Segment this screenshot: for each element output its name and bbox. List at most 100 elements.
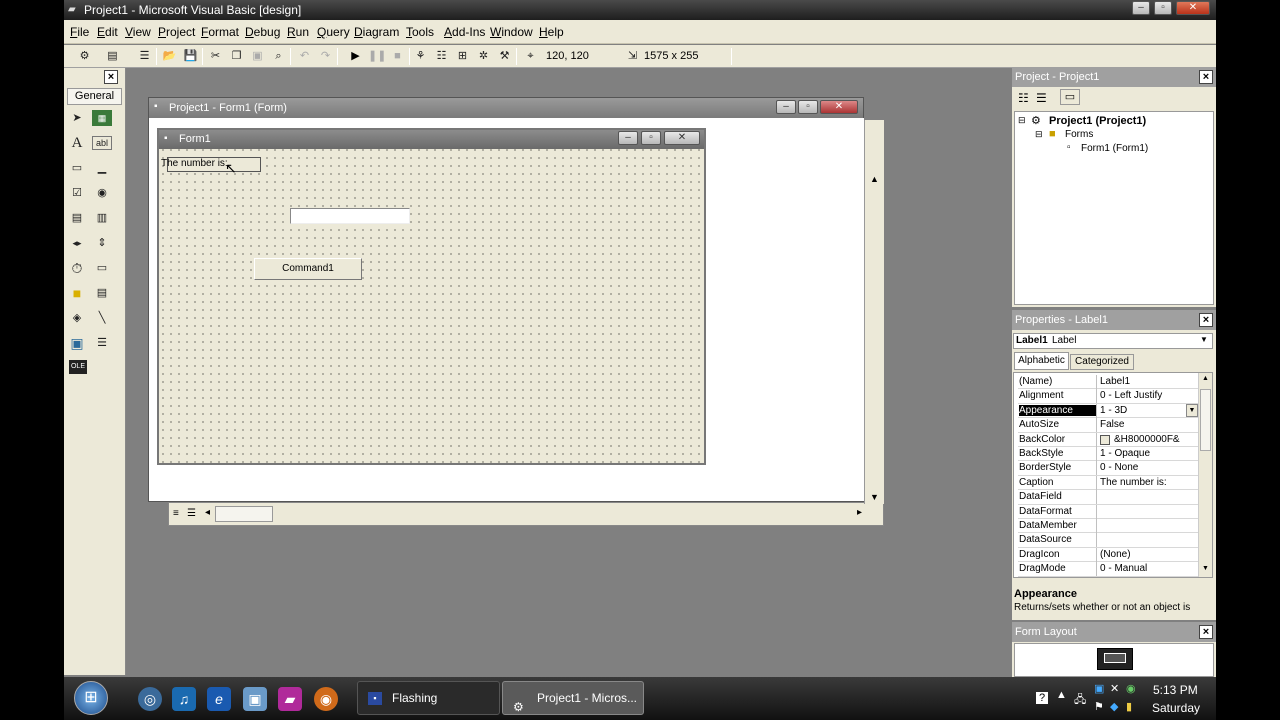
menu-view[interactable]: View <box>125 25 151 39</box>
menu-window[interactable]: Window <box>490 25 533 39</box>
command1-button[interactable]: Command1 <box>254 258 362 280</box>
clock-day[interactable]: Saturday <box>1152 701 1200 715</box>
close-button[interactable]: ✕ <box>1176 1 1210 15</box>
vscrollbar-tool-icon[interactable]: ⇕ <box>92 233 112 253</box>
property-row[interactable]: DragIcon (None) <box>1018 547 1198 563</box>
image-tool-icon[interactable]: ▣ <box>67 333 87 353</box>
toolbox-close-icon[interactable]: × <box>104 70 118 84</box>
checkbox-tool-icon[interactable]: ☑ <box>67 183 87 203</box>
menu-tools[interactable]: Tools <box>406 25 434 39</box>
property-row[interactable]: BorderStyle 0 - None <box>1018 461 1198 476</box>
add-project-icon[interactable]: ⚙ <box>76 48 93 65</box>
network-tray-icon[interactable]: 🖧 <box>1074 691 1086 710</box>
label-tool-icon[interactable]: A <box>67 133 87 153</box>
cut-icon[interactable]: ✂ <box>207 48 224 65</box>
open-project-icon[interactable]: 📂 <box>161 48 178 65</box>
designer-minimize-button[interactable]: – <box>776 100 796 114</box>
menu-editor-icon[interactable]: ☰ <box>136 48 153 65</box>
menu-help[interactable]: Help <box>539 25 564 39</box>
property-row[interactable]: DataSource <box>1018 533 1198 548</box>
hscrollbar-tool-icon[interactable]: ◂▸ <box>67 233 87 253</box>
menu-project[interactable]: Project <box>158 25 195 39</box>
combobox-tool-icon[interactable]: ▤ <box>67 208 87 228</box>
box-app-icon[interactable]: ▣ <box>243 687 267 711</box>
picturebox-tool-icon[interactable]: ▦ <box>92 110 112 126</box>
toolbox-icon[interactable]: ⚒ <box>496 48 513 65</box>
firefox-icon[interactable]: ◉ <box>314 687 338 711</box>
view-object-icon[interactable]: ☰ <box>1036 91 1047 105</box>
internet-explorer-icon[interactable]: e <box>207 687 231 711</box>
end-icon[interactable]: ■ <box>389 48 406 65</box>
menu-query[interactable]: Query <box>317 25 350 39</box>
form-layout-icon[interactable]: ⊞ <box>454 48 471 65</box>
studio-app-icon[interactable]: ▰ <box>278 687 302 711</box>
menu-debug[interactable]: Debug <box>245 25 280 39</box>
menu-add-ins[interactable]: Add-Ins <box>444 25 485 39</box>
toggle-folders-icon[interactable]: ▭ <box>1060 89 1080 105</box>
designer-maximize-button[interactable]: ▫ <box>798 100 818 114</box>
property-scroll-down-icon[interactable]: ▼ <box>1202 565 1209 572</box>
drivelistbox-tool-icon[interactable]: ▭ <box>92 258 112 278</box>
property-row[interactable]: BackStyle 1 - Opaque <box>1018 447 1198 462</box>
toolbox-tab-general[interactable]: General <box>67 88 122 105</box>
object-dropdown-icon[interactable]: ▼ <box>1200 335 1208 344</box>
property-scroll-thumb[interactable] <box>1200 389 1211 451</box>
object-selector[interactable]: Label1 Label ▼ <box>1013 333 1213 349</box>
properties-window-icon[interactable]: ☷ <box>433 48 450 65</box>
shape-tool-icon[interactable]: ◈ <box>67 308 87 328</box>
tray-icon-f[interactable]: ▮ <box>1126 700 1132 713</box>
tray-icon-b[interactable]: ✕ <box>1110 682 1119 695</box>
menu-edit[interactable]: Edit <box>97 25 118 39</box>
forms-folder-node[interactable]: Forms <box>1065 129 1093 140</box>
line-tool-icon[interactable]: ╲ <box>92 308 112 328</box>
property-row[interactable]: DragMode 0 - Manual <box>1018 562 1198 577</box>
scroll-down-icon[interactable]: ▼ <box>870 492 879 502</box>
menu-file[interactable]: File <box>70 25 89 39</box>
designer-title-bar[interactable]: ▪ Project1 - Form1 (Form) – ▫ ✕ <box>149 98 863 118</box>
form1-design-surface[interactable]: ▪ Form1 – ▫ ✕ The number is: ↖ Command1 <box>157 128 706 465</box>
help-tray-icon[interactable]: ? <box>1036 692 1048 704</box>
horizontal-scroll-thumb[interactable] <box>215 506 273 522</box>
property-scroll-up-icon[interactable]: ▲ <box>1202 375 1209 382</box>
appearance-dropdown-icon[interactable]: ▼ <box>1186 403 1198 417</box>
property-scrollbar[interactable]: ▲ ▼ <box>1198 373 1212 577</box>
save-project-icon[interactable]: 💾 <box>182 48 199 65</box>
clock-time[interactable]: 5:13 PM <box>1153 683 1198 697</box>
scroll-up-icon[interactable]: ▲ <box>870 174 879 184</box>
timer-tool-icon[interactable]: ⏱ <box>67 258 87 278</box>
paste-icon[interactable]: ▣ <box>249 48 266 65</box>
show-hidden-icons[interactable]: ▲ <box>1056 689 1067 701</box>
task-project1[interactable]: ⚙ Project1 - Micros... <box>502 681 644 715</box>
tray-icon-a[interactable]: ▣ <box>1094 682 1104 695</box>
module-view-icon[interactable]: ☰ <box>187 508 196 519</box>
property-row[interactable]: BackColor &H8000000F& <box>1018 432 1198 447</box>
object-browser-icon[interactable]: ✲ <box>475 48 492 65</box>
menu-diagram[interactable]: Diagram <box>354 25 399 39</box>
form1-node[interactable]: Form1 (Form1) <box>1081 143 1148 154</box>
scroll-left-icon[interactable]: ◂ <box>205 507 210 518</box>
add-form-icon[interactable]: ▤ <box>104 48 121 65</box>
redo-icon[interactable]: ↷ <box>317 48 334 65</box>
form-position-icon[interactable] <box>1104 653 1126 663</box>
optionbutton-tool-icon[interactable]: ◉ <box>92 183 112 203</box>
copy-icon[interactable]: ❐ <box>228 48 245 65</box>
property-row-selected[interactable]: Appearance 1 - 3D ▼ <box>1018 403 1198 419</box>
property-row[interactable]: Caption The number is: <box>1018 475 1198 491</box>
data-tool-icon[interactable]: ☰ <box>92 333 112 353</box>
property-row[interactable]: DataFormat <box>1018 504 1198 519</box>
textbox-tool-icon[interactable]: abl <box>92 136 112 150</box>
form-layout-close-icon[interactable]: × <box>1199 625 1213 639</box>
dirlistbox-tool-icon[interactable]: ■ <box>67 283 87 303</box>
property-row[interactable]: (Name) Label1 <box>1018 375 1198 390</box>
label1-control[interactable]: The number is: <box>161 158 228 169</box>
view-code-icon[interactable]: ☷ <box>1018 91 1029 105</box>
tray-icon-e[interactable]: ◆ <box>1110 700 1118 713</box>
filelistbox-tool-icon[interactable]: ▤ <box>92 283 112 303</box>
maximize-button[interactable]: ▫ <box>1154 1 1172 15</box>
tab-alphabetic[interactable]: Alphabetic <box>1014 352 1069 370</box>
property-row[interactable]: Alignment 0 - Left Justify <box>1018 389 1198 404</box>
menu-run[interactable]: Run <box>287 25 309 39</box>
task-flashing[interactable]: ▪ Flashing <box>357 681 500 715</box>
start-icon[interactable]: ▶ <box>347 48 364 65</box>
properties-close-icon[interactable]: × <box>1199 313 1213 327</box>
